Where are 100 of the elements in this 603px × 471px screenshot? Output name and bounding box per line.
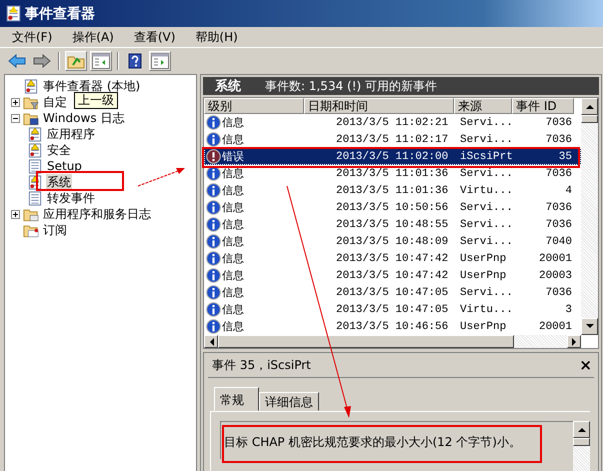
table-cell-text: 2013/3/5 10:46:56 xyxy=(335,320,450,332)
panel-title: 系统 xyxy=(215,78,241,95)
expand-toggle[interactable] xyxy=(11,210,20,218)
menu-item[interactable]: 文件(F) xyxy=(6,28,58,46)
table-cell: 信息 xyxy=(222,217,244,232)
tree-pane-button[interactable] xyxy=(90,51,112,71)
table-cell-text: 20001 xyxy=(538,320,573,332)
forward-button[interactable] xyxy=(31,51,53,71)
table-cell-text: 35 xyxy=(558,150,573,162)
up-button[interactable] xyxy=(65,51,87,71)
table-cell-text: Servi... xyxy=(459,134,514,146)
scroll-thumb[interactable] xyxy=(573,438,590,446)
scrollbar[interactable] xyxy=(204,335,581,348)
table-row[interactable]: 信息 2013/3/5 11:02:17 Servi... 7036 xyxy=(204,131,581,148)
menu-item[interactable]: 操作(A) xyxy=(66,28,120,46)
tab[interactable]: 常规 xyxy=(214,387,259,411)
close-button[interactable]: × xyxy=(579,356,592,374)
scroll-left-icon[interactable] xyxy=(208,338,214,346)
table-cell-text: Virtu... xyxy=(459,184,514,196)
folder-icon xyxy=(23,110,39,126)
scroll-up-icon[interactable] xyxy=(578,427,586,432)
info-icon xyxy=(206,302,221,317)
scrollbar[interactable] xyxy=(581,98,598,335)
folder-icon xyxy=(23,206,39,222)
scroll-down-icon[interactable] xyxy=(586,324,594,329)
table-cell-text: 7036 xyxy=(544,202,573,214)
tree-item[interactable]: 转发事件 xyxy=(46,190,96,206)
table-cell-text: 7040 xyxy=(544,236,573,248)
tree-item[interactable]: 订阅 xyxy=(42,222,68,238)
error-icon xyxy=(206,149,221,164)
table-row[interactable]: 信息 2013/3/5 10:46:56 UserPnp 20001 xyxy=(204,318,581,335)
table-cell-text: iScsiPrt xyxy=(459,150,514,162)
table-cell-text: 2013/3/5 11:02:17 xyxy=(335,134,450,146)
table-cell-text: 7036 xyxy=(544,116,573,128)
table-cell-text: 2013/3/5 11:01:36 xyxy=(335,168,450,180)
table-cell: 信息 xyxy=(222,285,244,300)
table-row[interactable]: 信息 2013/3/5 11:02:21 Servi... 7036 xyxy=(204,114,581,131)
tree-item[interactable]: Windows 日志 xyxy=(42,110,126,126)
column-header[interactable]: 日期和时间 xyxy=(304,98,454,114)
menu-item[interactable]: 查看(V) xyxy=(128,28,182,46)
tree-item[interactable]: 应用程序和服务日志 xyxy=(42,206,152,222)
tree-item[interactable]: 事件查看器 (本地) xyxy=(42,78,142,94)
scroll-thumb[interactable] xyxy=(581,115,598,123)
back-button[interactable] xyxy=(6,51,28,71)
table-cell-text: 2013/3/5 11:02:21 xyxy=(335,116,450,128)
tree-item[interactable]: Setup xyxy=(46,159,83,173)
table-row[interactable]: 错误 2013/3/5 11:02:00 iScsiPrt 35 xyxy=(204,148,581,165)
column-header[interactable]: 事件 ID xyxy=(512,98,574,114)
table-cell: 信息 xyxy=(222,234,244,249)
scrollbar[interactable] xyxy=(573,421,590,471)
log-icon xyxy=(27,142,43,158)
table-cell-text: 2013/3/5 10:47:42 xyxy=(335,252,450,264)
table-cell-text: UserPnp xyxy=(459,252,508,264)
collapse-toggle[interactable] xyxy=(11,114,20,122)
log-icon xyxy=(27,126,43,142)
table-cell: 信息 xyxy=(222,319,244,334)
filter-folder-icon xyxy=(23,94,39,110)
table-row[interactable]: 信息 2013/3/5 10:50:56 Servi... 7036 xyxy=(204,199,581,216)
table-row[interactable]: 信息 2013/3/5 11:01:36 Servi... 7036 xyxy=(204,165,581,182)
scroll-up-icon[interactable] xyxy=(586,104,594,109)
menu-item[interactable]: 帮助(H) xyxy=(189,28,244,46)
column-header[interactable]: 来源 xyxy=(454,98,512,114)
event-message: 目标 CHAP 机密比规范要求的最小大小(12 个字节)小。 xyxy=(220,421,573,459)
tree-item[interactable]: 应用程序 xyxy=(46,126,96,142)
table-cell-text: UserPnp xyxy=(459,320,508,332)
log-icon xyxy=(6,5,21,22)
table-row[interactable]: 信息 2013/3/5 10:47:05 Virtu... 3 xyxy=(204,301,581,318)
expand-toggle[interactable] xyxy=(11,98,20,106)
table-cell-text: 2013/3/5 11:02:00 xyxy=(335,150,450,162)
table-cell-text: Servi... xyxy=(459,116,514,128)
info-icon xyxy=(206,217,221,232)
table-cell-text: 2013/3/5 10:47:05 xyxy=(335,304,450,316)
tree-item[interactable]: 自定 xyxy=(42,94,68,110)
scroll-thumb[interactable] xyxy=(218,335,514,348)
column-header[interactable]: 级别 xyxy=(204,98,304,114)
table-cell: 信息 xyxy=(222,166,244,181)
table-cell-text: 7036 xyxy=(544,286,573,298)
table-row[interactable]: 信息 2013/3/5 10:47:42 UserPnp 20003 xyxy=(204,267,581,284)
table-cell-text: 7036 xyxy=(544,168,573,180)
info-icon xyxy=(206,251,221,266)
info-icon xyxy=(206,268,221,283)
tree-item[interactable]: 安全 xyxy=(46,142,72,158)
table-cell-text: 2013/3/5 10:48:55 xyxy=(335,218,450,230)
info-icon xyxy=(206,183,221,198)
table-row[interactable]: 信息 2013/3/5 11:01:36 Virtu... 4 xyxy=(204,182,581,199)
table-cell-text: 2013/3/5 11:01:36 xyxy=(335,184,450,196)
table-row[interactable]: 信息 2013/3/5 10:47:42 UserPnp 20001 xyxy=(204,250,581,267)
table-cell-text: 2013/3/5 10:50:56 xyxy=(335,202,450,214)
tree-item[interactable]: 系统 xyxy=(46,174,72,190)
action-pane-button[interactable] xyxy=(149,51,171,71)
scroll-right-icon[interactable] xyxy=(572,338,576,346)
table-cell: 信息 xyxy=(222,251,244,266)
table-cell-text: 7036 xyxy=(544,134,573,146)
table-row[interactable]: 信息 2013/3/5 10:47:05 Servi... 7036 xyxy=(204,284,581,301)
info-icon xyxy=(206,200,221,215)
table-cell-text: 20003 xyxy=(538,270,573,282)
tab[interactable]: 详细信息 xyxy=(259,392,319,411)
table-row[interactable]: 信息 2013/3/5 10:48:55 Servi... 7036 xyxy=(204,216,581,233)
table-row[interactable]: 信息 2013/3/5 10:48:09 Servi... 7040 xyxy=(204,233,581,250)
table-cell: 错误 xyxy=(222,149,244,164)
